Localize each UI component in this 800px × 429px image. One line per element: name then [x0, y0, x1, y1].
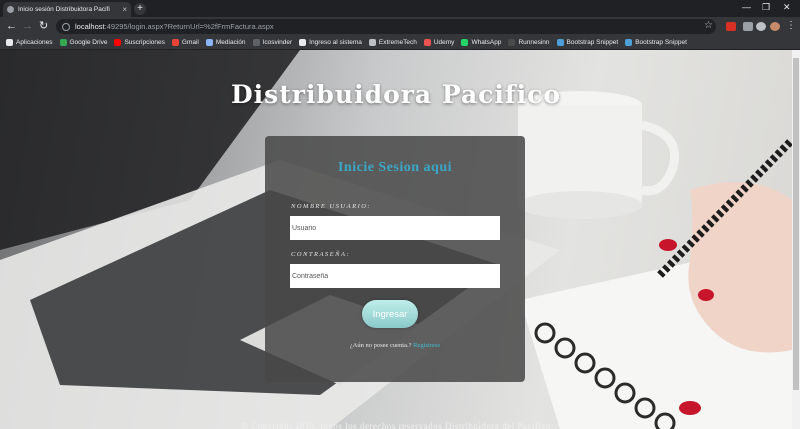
bookmarks-bar: Aplicaciones Google Drive Suscripciones Gma…: [0, 36, 800, 50]
bookmark-icon: [6, 39, 13, 46]
mug-body: [518, 105, 642, 205]
bookmark-icon: [171, 39, 179, 46]
back-arrow-icon[interactable]: ←: [6, 20, 17, 32]
bookmark-label: Suscripciones: [124, 39, 165, 46]
bookmark-icon: [59, 39, 67, 46]
bookmark-icon: [368, 39, 376, 46]
bookmark-label: Mediación: [215, 39, 246, 46]
login-page: Distribuidora Pacifico Inicie Sesion aqu…: [0, 50, 792, 429]
browser-toolbar: ← → ↻ localhost :49295/login.aspx?Return…: [0, 17, 800, 36]
bookmark-label: Google Drive: [69, 39, 108, 46]
signup-prompt: ¿Aún no posee cuenta.? Registrese: [265, 342, 525, 349]
signup-link[interactable]: Registrese: [413, 342, 440, 349]
bookmark-icon: [423, 39, 431, 46]
bookmark-label: Bootstrap Snippet: [635, 39, 687, 46]
password-input[interactable]: [290, 264, 500, 288]
signup-text: ¿Aún no posee cuenta.?: [349, 342, 412, 349]
close-window-icon[interactable]: ✕: [783, 2, 791, 13]
address-bar[interactable]: localhost :49295/login.aspx?ReturnUrl=%2…: [56, 19, 716, 34]
extension-icon[interactable]: [726, 22, 736, 31]
bookmark-label: ExtremeTech: [378, 39, 417, 46]
bookmark-item[interactable]: Runnesinn: [508, 39, 550, 46]
scrollbar-thumb[interactable]: [793, 58, 799, 390]
minimize-icon[interactable]: —: [742, 2, 751, 12]
username-input[interactable]: [290, 216, 500, 240]
bookmark-item[interactable]: Udemy: [423, 39, 455, 46]
globe-icon: [7, 6, 14, 13]
bookmark-label: WhatsApp: [471, 39, 502, 46]
bookmark-item[interactable]: Bootstrap Snippet: [556, 39, 619, 46]
url-path: :49295/login.aspx?ReturnUrl=%2fFrmFactur…: [104, 22, 274, 31]
forward-arrow-icon[interactable]: →: [22, 20, 33, 32]
page-scrollbar[interactable]: [792, 50, 800, 429]
username-label: NOMBRE USUARIO:: [291, 203, 372, 210]
bookmark-item[interactable]: ExtremeTech: [368, 39, 417, 46]
bookmark-label: Udemy: [433, 39, 455, 46]
browser-tab[interactable]: Inicio sesión Distribuidora Pacifi ×: [3, 2, 131, 17]
bookmark-star-icon[interactable]: ☆: [704, 20, 713, 31]
close-tab-icon[interactable]: ×: [122, 5, 127, 14]
bookmark-icon: [625, 39, 633, 46]
bookmark-item[interactable]: Aplicaciones: [6, 39, 53, 46]
reload-icon[interactable]: ↻: [39, 20, 48, 32]
site-title: Distribuidora Pacifico: [230, 80, 562, 109]
maximize-icon[interactable]: ❐: [762, 2, 770, 13]
login-title: Inicie Sesion aqui: [337, 160, 453, 175]
profile-avatar[interactable]: [770, 22, 780, 31]
browser-tabstrip: Inicio sesión Distribuidora Pacifi × + —…: [0, 0, 800, 17]
browser-menu-icon[interactable]: ⋮: [786, 20, 796, 31]
tab-title: Inicio sesión Distribuidora Pacifi: [18, 6, 110, 13]
bookmark-item[interactable]: Google Drive: [59, 39, 108, 46]
bookmark-label: Runnesinn: [518, 39, 550, 46]
password-label: CONTRASEÑA:: [291, 251, 351, 258]
bookmark-label: Icosvinder: [262, 39, 293, 46]
bookmark-icon: [114, 39, 122, 46]
extension-icon[interactable]: [756, 22, 766, 31]
bookmark-icon: [205, 39, 213, 46]
copyright-footer: © Copyright 2019, todos los derechos res…: [241, 421, 551, 429]
extension-icon[interactable]: [743, 22, 753, 31]
bookmark-icon: [461, 39, 469, 46]
bookmark-icon: [252, 39, 260, 46]
bookmark-item[interactable]: Bootstrap Snippet: [625, 39, 687, 46]
info-icon[interactable]: [62, 22, 70, 31]
bookmark-label: Ingreso al sistema: [309, 39, 362, 46]
bookmark-label: Aplicaciones: [16, 39, 53, 46]
bookmark-label: Gmail: [181, 39, 199, 46]
bookmark-item[interactable]: WhatsApp: [461, 39, 501, 46]
url-host: localhost: [75, 22, 105, 31]
bookmark-item[interactable]: Mediación: [205, 39, 246, 46]
bookmark-item[interactable]: Suscripciones: [114, 39, 165, 46]
bookmark-icon: [556, 39, 564, 46]
new-tab-button[interactable]: +: [134, 3, 146, 15]
login-card: Inicie Sesion aqui NOMBRE USUARIO: CONTR…: [265, 136, 525, 382]
bookmark-item[interactable]: Ingreso al sistema: [299, 39, 362, 46]
bookmark-item[interactable]: Gmail: [171, 39, 199, 46]
bookmark-icon: [299, 39, 307, 46]
bookmark-item[interactable]: Icosvinder: [252, 39, 293, 46]
bookmark-label: Bootstrap Snippet: [566, 39, 619, 46]
login-button[interactable]: Ingresar: [362, 300, 418, 328]
bookmark-icon: [508, 39, 516, 46]
mug-handle: [640, 120, 680, 196]
